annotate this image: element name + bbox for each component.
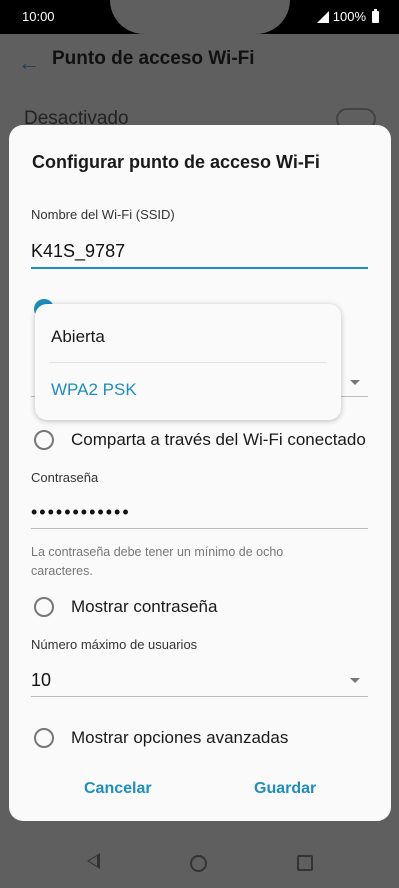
camera-notch: [110, 0, 290, 34]
battery-icon: [372, 8, 379, 23]
chevron-down-icon[interactable]: [350, 380, 360, 385]
chevron-down-icon[interactable]: [350, 678, 360, 683]
nav-recents-icon[interactable]: [297, 855, 313, 871]
signal-icon: [316, 10, 329, 23]
app-bar: ← Punto de acceso Wi-Fi: [0, 34, 399, 90]
share-wifi-label: Comparta a través del Wi-Fi conectado: [71, 430, 366, 449]
password-hint: La contraseña debe tener un mínimo de oc…: [31, 545, 284, 578]
security-option-open[interactable]: Abierta: [51, 327, 105, 347]
page-title: Punto de acceso Wi-Fi: [52, 48, 255, 69]
ssid-underline: [31, 267, 368, 269]
menu-divider: [49, 362, 327, 363]
cancel-button[interactable]: Cancelar: [84, 780, 152, 798]
advanced-options-label: Mostrar opciones avanzadas: [71, 728, 289, 747]
ssid-label: Nombre del Wi-Fi (SSID): [31, 207, 175, 222]
share-wifi-radio[interactable]: [34, 430, 54, 450]
nav-home-icon[interactable]: [190, 855, 207, 872]
save-button[interactable]: Guardar: [254, 780, 316, 798]
max-users-label: Número máximo de usuarios: [31, 637, 198, 652]
max-users-underline: [31, 696, 368, 697]
show-password-label: Mostrar contraseña: [71, 597, 218, 616]
password-label: Contraseña: [31, 470, 99, 485]
password-underline: [31, 528, 368, 529]
nav-back-icon[interactable]: [87, 853, 100, 869]
status-time: 10:00: [22, 9, 55, 24]
configure-hotspot-dialog: Configurar punto de acceso Wi-Fi Nombre …: [9, 125, 391, 821]
password-input[interactable]: ••••••••••••: [31, 502, 131, 523]
status-icons: 100%: [316, 8, 379, 24]
security-option-wpa2[interactable]: WPA2 PSK: [51, 380, 137, 400]
back-arrow-icon[interactable]: ←: [18, 50, 40, 76]
security-dropdown-menu: Abierta WPA2 PSK: [35, 304, 341, 420]
dialog-title: Configurar punto de acceso Wi-Fi: [32, 152, 320, 172]
ssid-input[interactable]: K41S_9787: [31, 241, 125, 262]
show-password-radio[interactable]: [34, 597, 54, 617]
navigation-bar: [0, 836, 399, 888]
max-users-select[interactable]: 10: [31, 670, 51, 691]
advanced-options-radio[interactable]: [34, 728, 54, 748]
battery-percent: 100%: [332, 9, 366, 24]
status-bar: 10:00 100%: [0, 0, 399, 34]
